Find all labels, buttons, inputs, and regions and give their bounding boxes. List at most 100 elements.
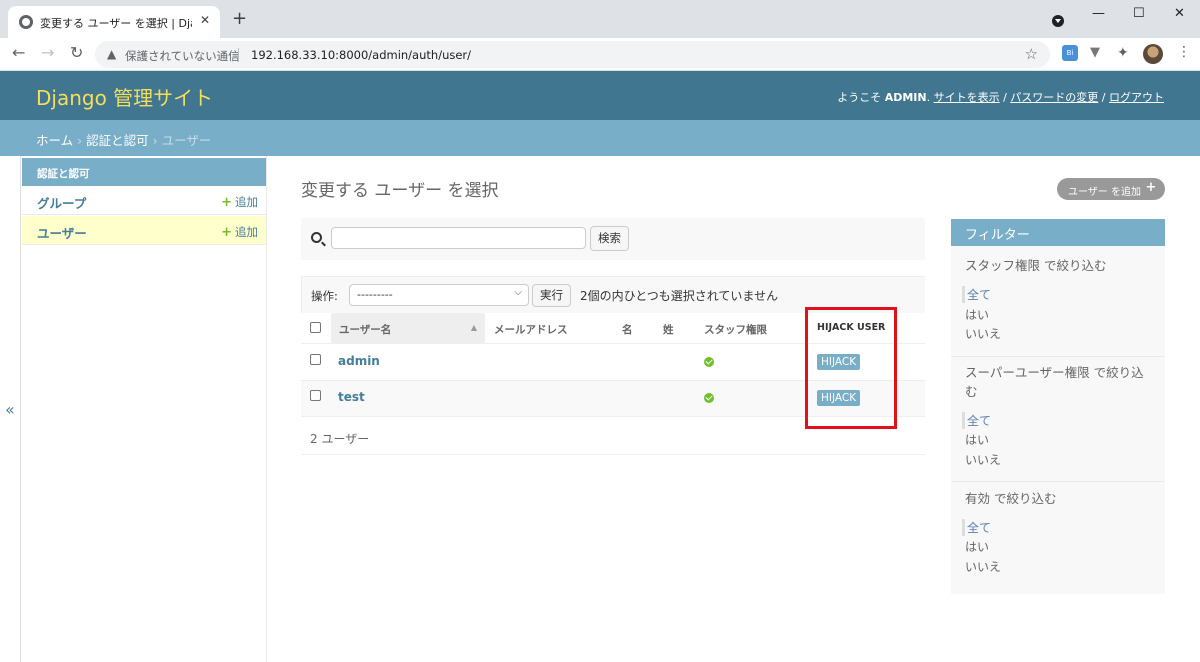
filter-title: フィルター: [951, 219, 1165, 246]
breadcrumb-current: ユーザー: [161, 133, 212, 148]
row-checkbox-cell: [310, 381, 321, 417]
row-checkbox[interactable]: [310, 354, 321, 365]
sidebar-item-groups[interactable]: グループ + 追加: [22, 186, 266, 215]
staff-cell: [704, 381, 714, 417]
reload-icon[interactable]: ↻: [70, 44, 83, 62]
check-icon: [704, 357, 714, 367]
filter-group-title: スーパーユーザー権限 で絞り込む: [965, 365, 1144, 399]
filter-option-yes[interactable]: はい: [965, 306, 989, 323]
filter-option-yes[interactable]: はい: [965, 538, 989, 555]
filter-divider: [951, 481, 1165, 482]
filter-option-no[interactable]: いいえ: [965, 558, 1001, 575]
view-site-link[interactable]: サイトを表示: [934, 91, 1000, 104]
filter-option-yes[interactable]: はい: [965, 431, 989, 448]
breadcrumb: ホーム › 認証と認可 › ユーザー: [0, 120, 1200, 156]
filter-option-no[interactable]: いいえ: [965, 451, 1001, 468]
logout-link[interactable]: ログアウト: [1109, 91, 1164, 104]
user-tools: ようこそ ADMIN. サイトを表示 / パスワードの変更 / ログアウト: [837, 91, 1164, 104]
column-label[interactable]: ユーザー名: [339, 324, 391, 336]
change-password-link[interactable]: パスワードの変更: [1010, 91, 1098, 104]
window-close-icon[interactable]: ✕: [1174, 6, 1185, 21]
row-checkbox-cell: [310, 345, 321, 381]
select-all-checkbox[interactable]: [310, 322, 321, 333]
filter-divider: [951, 356, 1165, 357]
welcome-text: ようこそ: [837, 91, 882, 104]
add-user-button[interactable]: ユーザー を追加 +: [1057, 178, 1165, 200]
column-is-staff[interactable]: スタッフ権限: [704, 313, 767, 344]
warning-icon[interactable]: ▲: [107, 47, 116, 61]
filter-option-all[interactable]: 全て: [962, 412, 991, 429]
plus-icon: +: [221, 195, 232, 210]
staff-cell: [704, 345, 714, 381]
username-cell: test: [338, 381, 365, 417]
page-title: 変更する ユーザー を選択: [301, 181, 499, 201]
chevron-down-icon: ⌵: [514, 287, 522, 298]
column-first-name[interactable]: 名: [622, 313, 633, 344]
sidebar-item-label[interactable]: ユーザー: [37, 223, 87, 242]
breadcrumb-app[interactable]: 認証と認可: [86, 133, 149, 148]
url-text[interactable]: 192.168.33.10:8000/admin/auth/user/: [251, 48, 471, 62]
actions-label: 操作:: [311, 289, 338, 303]
action-select[interactable]: --------- ⌵: [349, 284, 529, 306]
username-link[interactable]: admin: [338, 354, 380, 368]
close-tab-icon[interactable]: ✕: [200, 13, 210, 27]
maximize-icon[interactable]: ☐: [1133, 6, 1145, 21]
extension-icon[interactable]: Bi: [1062, 45, 1078, 61]
add-user-link[interactable]: + 追加: [221, 224, 258, 240]
sidebar-toggle-icon[interactable]: «: [5, 400, 15, 419]
tab-title: 変更する ユーザー を選択 | Django サイト管理: [40, 17, 192, 30]
add-label: 追加: [235, 195, 258, 209]
puzzle-icon[interactable]: ✦: [1117, 45, 1133, 61]
search-button[interactable]: 検索: [590, 226, 629, 251]
check-icon: [704, 393, 714, 403]
address-bar[interactable]: ▲ 保護されていない通信 192.168.33.10:8000/admin/au…: [95, 41, 1050, 68]
globe-icon: [19, 15, 33, 29]
new-tab-button[interactable]: +: [232, 10, 247, 28]
column-last-name[interactable]: 姓: [663, 313, 674, 344]
forward-arrow-icon[interactable]: →: [41, 44, 54, 62]
menu-dots-icon[interactable]: ⋮: [1177, 44, 1191, 60]
search-icon: [311, 232, 322, 243]
highlight-annotation: [805, 307, 897, 429]
column-username[interactable]: ユーザー名 ▲: [331, 313, 485, 344]
go-button[interactable]: 実行: [532, 284, 571, 307]
site-header: Django 管理サイト ようこそ ADMIN. サイトを表示 / パスワードの…: [0, 71, 1200, 120]
app-caption[interactable]: 認証と認可: [22, 158, 266, 186]
browser-toolbar: ← → ↻ ▲ 保護されていない通信 192.168.33.10:8000/ad…: [0, 38, 1200, 71]
browser-tab[interactable]: 変更する ユーザー を選択 | Django サイト管理 ✕: [8, 6, 220, 38]
sidebar-item-label[interactable]: グループ: [37, 193, 86, 212]
plus-icon: +: [1145, 180, 1157, 195]
filter-option-no[interactable]: いいえ: [965, 325, 1001, 342]
username-link[interactable]: test: [338, 390, 365, 404]
filter-option-all[interactable]: 全て: [962, 519, 991, 536]
sidebar-item-users[interactable]: ユーザー + 追加: [22, 216, 266, 245]
bookmark-star-icon[interactable]: ☆: [1025, 45, 1038, 63]
sort-asc-icon[interactable]: ▲: [471, 323, 477, 332]
profile-avatar[interactable]: [1143, 44, 1163, 64]
column-email[interactable]: メールアドレス: [494, 313, 568, 344]
plus-icon: +: [221, 225, 232, 240]
browser-tab-strip: 変更する ユーザー を選択 | Django サイト管理 ✕ + — ☐ ✕: [0, 0, 1200, 38]
breadcrumb-sep: ›: [152, 133, 158, 148]
filter-group-title: 有効 で絞り込む: [965, 491, 1057, 506]
breadcrumb-sep: ›: [77, 133, 83, 148]
back-arrow-icon[interactable]: ←: [12, 44, 25, 62]
omnibox-divider: [238, 48, 239, 62]
filter-option-all[interactable]: 全て: [962, 286, 991, 303]
not-secure-label[interactable]: 保護されていない通信: [125, 48, 240, 64]
row-checkbox[interactable]: [310, 390, 321, 401]
nav-sidebar: 認証と認可 グループ + 追加 ユーザー + 追加: [21, 156, 267, 662]
filter-group-title: スタッフ権限 で絞り込む: [965, 258, 1107, 273]
add-user-label: ユーザー を追加: [1068, 187, 1141, 198]
tab-search-icon[interactable]: [1052, 15, 1064, 27]
vue-devtools-icon[interactable]: ▼: [1090, 45, 1106, 61]
minimize-icon[interactable]: —: [1092, 6, 1105, 21]
add-group-link[interactable]: + 追加: [221, 194, 258, 210]
action-select-value: ---------: [357, 288, 393, 301]
breadcrumb-home[interactable]: ホーム: [36, 133, 73, 148]
search-input[interactable]: [331, 227, 586, 249]
add-label: 追加: [235, 225, 258, 239]
site-branding[interactable]: Django 管理サイト: [36, 82, 213, 111]
select-all-cell: [310, 313, 321, 344]
username: ADMIN: [884, 91, 927, 104]
